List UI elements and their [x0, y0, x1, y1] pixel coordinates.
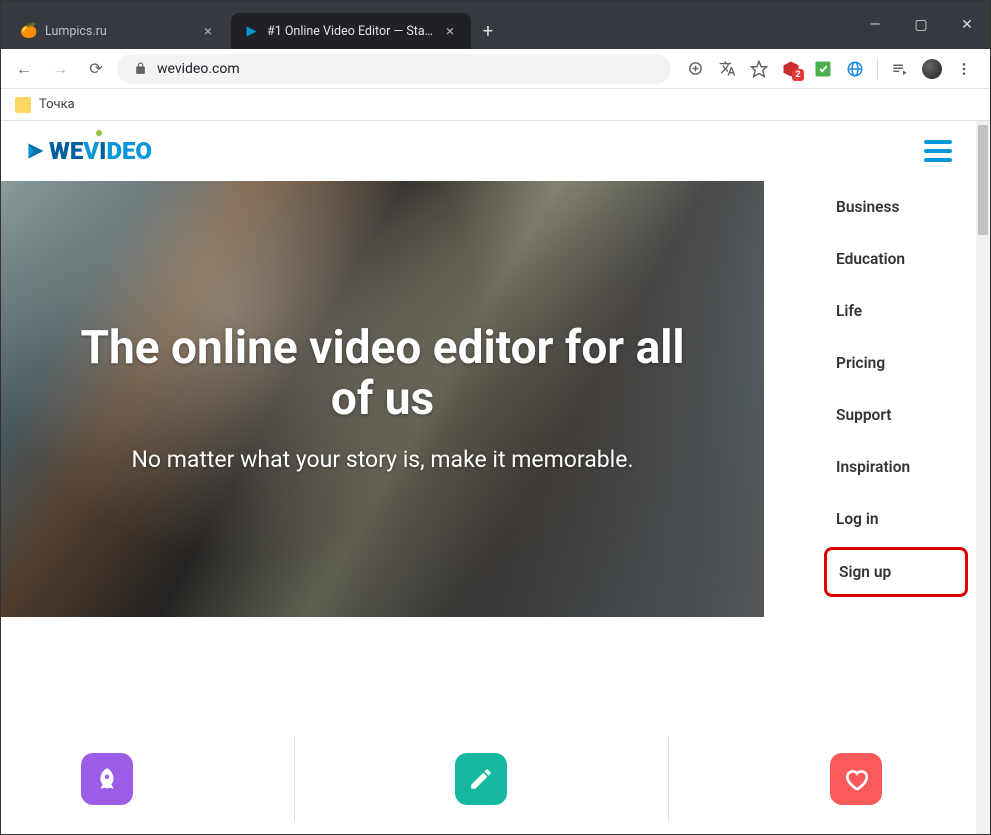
menu-item-inspiration[interactable]: Inspiration — [816, 441, 976, 493]
hero-text: The online video editor for all of us No… — [1, 181, 764, 617]
back-button[interactable]: ← — [9, 54, 39, 84]
menu-item-business[interactable]: Business — [816, 181, 976, 233]
profile-avatar[interactable] — [922, 59, 942, 79]
playlist-icon[interactable] — [890, 59, 910, 79]
close-button[interactable]: ✕ — [944, 1, 990, 49]
window-controls: — ▢ ✕ — [852, 1, 990, 49]
menu-item-life[interactable]: Life — [816, 285, 976, 337]
lock-icon — [129, 62, 151, 75]
scrollbar-thumb[interactable] — [978, 125, 988, 235]
menu-item-pricing[interactable]: Pricing — [816, 337, 976, 389]
site-header: WEVIDEO — [1, 121, 976, 181]
minimize-button[interactable]: — — [852, 1, 898, 49]
tab-title-1: Lumpics.ru — [45, 24, 191, 39]
logo-play-icon — [25, 141, 45, 161]
browser-window: 🍊 Lumpics.ru × #1 Online Video Editor — … — [0, 0, 991, 835]
close-icon[interactable]: × — [441, 22, 459, 40]
feature-pencil-icon[interactable] — [455, 753, 507, 805]
menu-item-education[interactable]: Education — [816, 233, 976, 285]
star-icon[interactable] — [749, 59, 769, 79]
favicon-lumpics: 🍊 — [21, 23, 37, 39]
forward-button[interactable]: → — [45, 54, 75, 84]
new-tab-button[interactable]: + — [473, 13, 503, 49]
extension-check-icon[interactable] — [813, 59, 833, 79]
bookmark-favicon — [15, 97, 31, 113]
menu-item-signup[interactable]: Sign up — [824, 547, 968, 597]
url-text: wevideo.com — [157, 61, 240, 77]
scrollbar[interactable] — [976, 121, 990, 834]
menu-icon[interactable] — [954, 59, 974, 79]
favicon-wevideo — [243, 23, 259, 39]
menu-item-support[interactable]: Support — [816, 389, 976, 441]
address-bar-row: ← → ⟳ wevideo.com — [1, 49, 990, 89]
close-icon[interactable]: × — [199, 22, 217, 40]
toolbar-icons — [677, 58, 982, 80]
tab-lumpics[interactable]: 🍊 Lumpics.ru × — [9, 13, 229, 49]
feature-heart-icon[interactable] — [830, 753, 882, 805]
hamburger-menu-button[interactable] — [924, 140, 952, 162]
window-titlebar: 🍊 Lumpics.ru × #1 Online Video Editor — … — [1, 1, 990, 49]
hero-subtitle: No matter what your story is, make it me… — [131, 445, 633, 475]
features-row — [1, 724, 962, 834]
address-bar[interactable]: wevideo.com — [117, 54, 671, 84]
tab-wevideo-active[interactable]: #1 Online Video Editor — Start E × — [231, 13, 471, 49]
zoom-icon[interactable] — [685, 59, 705, 79]
logo-text: WEVIDEO — [49, 137, 152, 165]
extension-adblock-icon[interactable] — [781, 59, 801, 79]
site-logo[interactable]: WEVIDEO — [25, 137, 152, 165]
translate-icon[interactable] — [717, 59, 737, 79]
tab-strip: 🍊 Lumpics.ru × #1 Online Video Editor — … — [1, 13, 852, 49]
feature-rocket-icon[interactable] — [81, 753, 133, 805]
reload-button[interactable]: ⟳ — [81, 54, 111, 84]
separator — [668, 737, 669, 821]
dropdown-menu: Business Education Life Pricing Support … — [816, 181, 976, 599]
extension-globe-icon[interactable] — [845, 59, 865, 79]
hero-title: The online video editor for all of us — [61, 323, 704, 424]
separator — [294, 737, 295, 821]
maximize-button[interactable]: ▢ — [898, 1, 944, 49]
tab-title-2: #1 Online Video Editor — Start E — [267, 24, 433, 39]
page-content: WEVIDEO The online video editor for all … — [1, 121, 990, 834]
bookmark-item[interactable]: Точка — [39, 97, 75, 112]
bookmarks-bar: Точка — [1, 89, 990, 121]
menu-item-login[interactable]: Log in — [816, 493, 976, 545]
separator — [877, 58, 878, 80]
